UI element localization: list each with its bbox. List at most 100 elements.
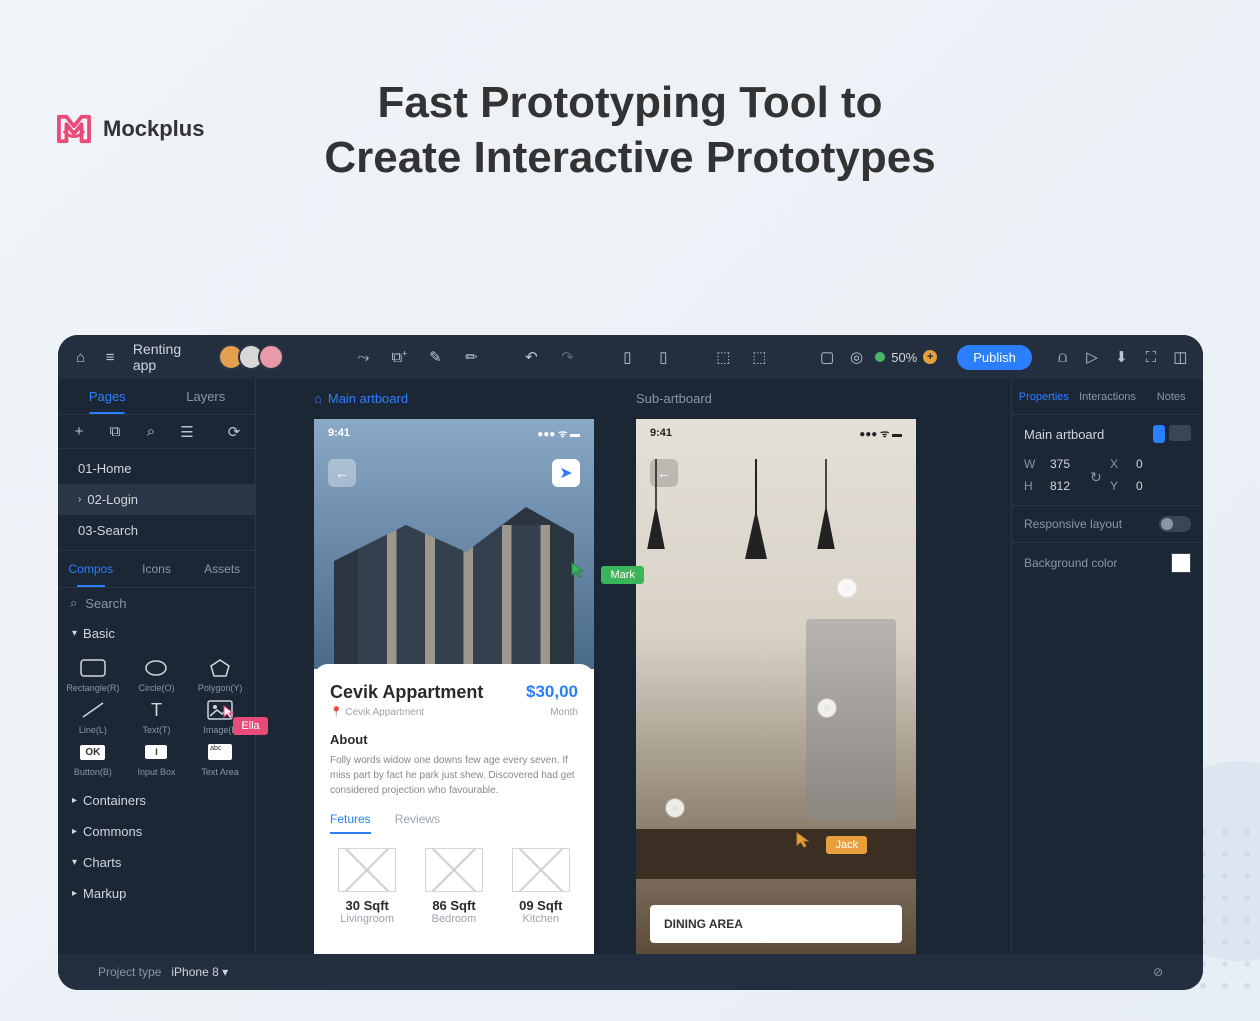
section-markup[interactable]: ▸Markup [58,878,255,909]
placeholder-image-icon [425,848,483,892]
artboard-sub[interactable]: 9:41 ●●● ᯤ ▬ ← DINING AREA [636,419,916,954]
share-icon[interactable]: ⩍ [1052,346,1073,368]
kitchen-image: ← DINING AREA [636,419,916,954]
comp-text[interactable]: TText(T) [128,699,186,735]
section-containers[interactable]: ▸Containers [58,785,255,816]
reset-icon[interactable]: ↻ [1090,469,1102,486]
hotspot[interactable] [818,699,836,717]
tab-pages[interactable]: Pages [58,379,157,414]
panel-icon[interactable]: ◫ [1170,346,1191,368]
bg-color-label: Background color [1024,556,1117,570]
tab-features[interactable]: Fetures [330,812,371,834]
section-basic[interactable]: ▾Basic [58,618,255,649]
comp-button[interactable]: OKButton(B) [64,741,122,777]
section-commons[interactable]: ▸Commons [58,816,255,847]
undo-icon[interactable]: ↶ [520,346,542,368]
comp-input[interactable]: IInput Box [128,741,186,777]
add-zoom-icon[interactable]: + [923,350,937,364]
comp-textarea[interactable]: Text Area [191,741,249,777]
menu-icon[interactable]: ≡ [99,346,120,368]
page-item[interactable]: 01-Home [58,453,255,484]
swap-icon[interactable]: ⤳ [352,346,374,368]
search-icon: ⌕ [70,595,77,611]
add-frame-icon[interactable]: ⧉⁺ [388,346,410,368]
cursor-icon [796,832,812,848]
chevron-down-icon: ▾ [72,857,77,868]
comp-image[interactable]: Image(I) Ella [191,699,249,735]
tab-icons[interactable]: Icons [124,551,190,587]
home-icon[interactable]: ⌂ [70,346,91,368]
about-heading: About [330,732,578,747]
tab-interactions[interactable]: Interactions [1076,379,1140,414]
play-icon[interactable]: ▷ [1081,346,1102,368]
tab-layers[interactable]: Layers [157,379,256,414]
publish-button[interactable]: Publish [957,345,1032,370]
zoom-value[interactable]: 50% [891,350,917,365]
listing-location: 📍 Cevik Appartment [330,707,424,718]
distribute-bottom-icon[interactable]: ⬚ [748,346,770,368]
hotspot[interactable] [838,579,856,597]
comp-polygon[interactable]: Polygon(Y) [191,657,249,693]
redo-icon[interactable]: ↷ [556,346,578,368]
fullscreen-icon[interactable]: ⛶ [1140,346,1161,368]
back-button[interactable]: ← [650,459,678,487]
app-toolbar: ⌂ ≡ Renting app ⤳ ⧉⁺ ✎ ✏ ↶ ↷ ▯ ▯ ⬚ ⬚ ▢ ◎ [58,335,1203,379]
bg-color-swatch[interactable] [1171,553,1191,573]
brand-logo: Mockplus [55,113,204,145]
pen-icon[interactable]: ✎ [424,346,446,368]
dining-chip[interactable]: DINING AREA [650,905,902,943]
collapse-icon[interactable]: ⟳ [223,421,245,443]
properties-title: Main artboard [1024,427,1104,442]
artboard-label-main[interactable]: ⌂Main artboard [314,391,408,406]
search-icon[interactable]: ⌕ [140,421,162,443]
portrait-icon[interactable] [1153,425,1165,443]
status-icons: ●●● ᯤ ▬ [537,426,580,440]
distribute-top-icon[interactable]: ⬚ [712,346,734,368]
hotspot[interactable] [666,799,684,817]
comp-circle[interactable]: Circle(O) [128,657,186,693]
artboard-label-sub[interactable]: Sub-artboard [636,391,712,406]
orientation-toggle[interactable] [1153,425,1191,443]
tab-reviews[interactable]: Reviews [395,812,440,834]
x-input[interactable]: 0 [1136,457,1186,471]
align-left-icon[interactable]: ▯ [616,346,638,368]
target-icon[interactable]: ◎ [846,346,867,368]
list-icon[interactable]: ☰ [176,421,198,443]
spec-item: 09 SqftKitchen [504,848,578,925]
collaborator-avatars[interactable] [224,344,284,370]
edit-icon[interactable]: ✏ [460,346,482,368]
back-button[interactable]: ← [328,459,356,487]
chevron-down-icon: ▾ [72,628,77,639]
status-time: 9:41 [650,427,672,439]
device-selector[interactable]: iPhone 8 ▾ [171,965,228,979]
download-icon[interactable]: ⬇ [1111,346,1132,368]
status-time: 9:41 [328,427,350,439]
tab-assets[interactable]: Assets [189,551,255,587]
listing-price: $30,00 [526,682,578,702]
tab-notes[interactable]: Notes [1139,379,1203,414]
avatar[interactable] [258,344,284,370]
comp-rectangle[interactable]: Rectangle(R) [64,657,122,693]
page-item[interactable]: 03-Search [58,515,255,546]
tab-properties[interactable]: Properties [1012,379,1076,414]
section-charts[interactable]: ▾Charts [58,847,255,878]
align-right-icon[interactable]: ▯ [652,346,674,368]
brand-name: Mockplus [103,116,204,142]
view-icon[interactable]: ▢ [816,346,837,368]
artboard-main[interactable]: 9:41 ●●● ᯤ ▬ ← ➤ $30,00 Cevik Appartment… [314,419,594,954]
placeholder-image-icon [338,848,396,892]
logo-icon [55,113,93,145]
y-input[interactable]: 0 [1136,479,1186,493]
add-icon[interactable]: + [68,421,90,443]
cursor-icon [571,562,587,578]
responsive-toggle[interactable] [1159,516,1191,532]
tab-components[interactable]: Compos [58,551,124,587]
canvas[interactable]: ⌂Main artboard Sub-artboard 9:41 ●●● ᯤ ▬… [256,379,1011,954]
search-input[interactable]: Search [85,596,126,611]
landscape-icon[interactable] [1169,425,1191,441]
comp-line[interactable]: Line(L) [64,699,122,735]
page-item[interactable]: ›02-Login [58,484,255,515]
duplicate-icon[interactable]: ⧉ [104,421,126,443]
disable-icon[interactable]: ⊘ [1153,965,1163,979]
navigate-button[interactable]: ➤ [552,459,580,487]
